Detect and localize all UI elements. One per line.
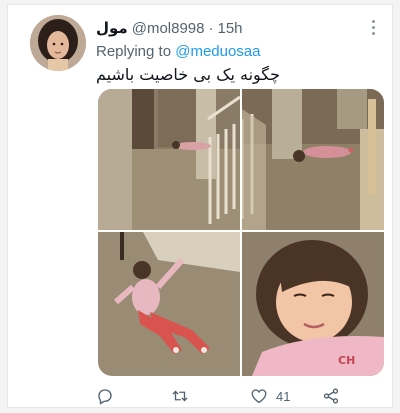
more-options-icon[interactable]	[363, 17, 383, 37]
reply-button[interactable]	[96, 387, 122, 405]
like-count: 41	[276, 388, 291, 404]
media-photo-3[interactable]	[98, 232, 240, 376]
replying-to-label: Replying to	[96, 43, 172, 60]
tweet-text: چگونه یک بی خاصیت باشیم	[96, 65, 281, 84]
tweet-card[interactable]: مول @mol8998 · 15h Replying to @meduosaa…	[7, 4, 393, 408]
separator-dot: ·	[208, 19, 214, 37]
reply-icon	[98, 389, 112, 405]
share-button[interactable]	[322, 387, 340, 405]
share-icon	[323, 388, 339, 404]
tweet-header: مول @mol8998 · 15h	[96, 19, 243, 38]
replying-to: Replying to @meduosaa	[96, 43, 261, 60]
display-name[interactable]: مول	[96, 19, 128, 37]
media-photo-2[interactable]	[242, 89, 384, 230]
media-grid: CH	[98, 89, 384, 376]
media-photo-4[interactable]: CH	[242, 232, 384, 376]
replying-to-mention[interactable]: @meduosaa	[175, 43, 260, 60]
avatar-image	[30, 15, 86, 71]
timestamp[interactable]: 15h	[218, 20, 243, 37]
svg-text:CH: CH	[338, 354, 355, 367]
retweet-icon	[172, 390, 188, 402]
user-handle[interactable]: @mol8998	[132, 20, 205, 37]
tweet-actions: 41	[96, 387, 356, 409]
heart-icon	[251, 389, 267, 404]
media-photo-1[interactable]	[98, 89, 240, 230]
like-button[interactable]: 41	[250, 387, 290, 405]
retweet-button[interactable]	[170, 387, 198, 405]
avatar[interactable]	[30, 15, 86, 71]
